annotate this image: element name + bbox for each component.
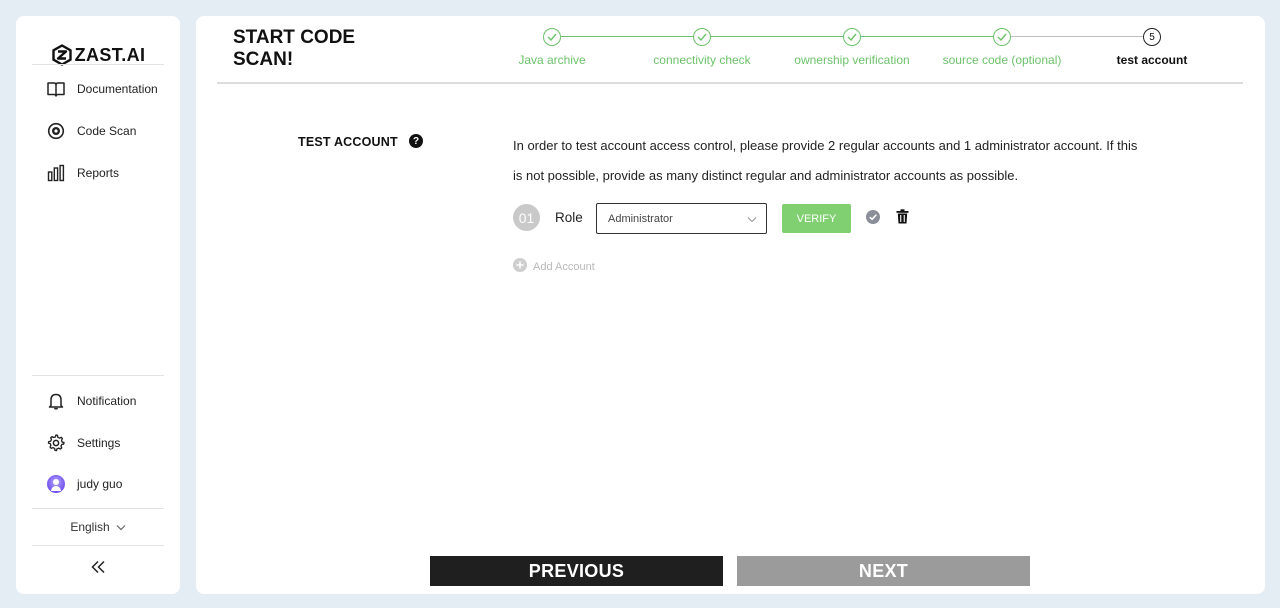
sidebar-item-settings[interactable]: Settings	[46, 431, 120, 455]
role-label: Role	[555, 210, 583, 225]
zast-logo-icon	[51, 44, 73, 66]
divider	[32, 508, 164, 509]
step-done-circle[interactable]	[843, 28, 861, 46]
sidebar-item-notification[interactable]: Notification	[46, 389, 136, 413]
scan-target-icon	[46, 121, 66, 141]
sidebar-item-reports[interactable]: Reports	[46, 161, 119, 185]
account-number-badge: 01	[513, 204, 540, 231]
step-label-test-account[interactable]: test account	[1072, 53, 1232, 67]
check-circle-icon[interactable]	[866, 210, 880, 229]
sidebar-item-documentation[interactable]: Documentation	[46, 77, 158, 101]
section-description: In order to test account access control,…	[513, 138, 1138, 183]
brand-name: ZAST.AI	[74, 44, 146, 65]
brand-logo[interactable]: ZAST.AI	[16, 40, 180, 70]
step-done-circle[interactable]	[993, 28, 1011, 46]
check-icon	[547, 33, 557, 41]
double-chevron-left-icon	[90, 560, 106, 579]
sidebar-item-label: Reports	[77, 166, 120, 180]
step-done-circle[interactable]	[693, 28, 711, 46]
sidebar-item-label: Settings	[77, 436, 121, 450]
step-connector	[861, 36, 993, 37]
bar-chart-icon	[46, 163, 66, 183]
step-label-connectivity-check[interactable]: connectivity check	[622, 53, 782, 67]
book-icon	[46, 79, 66, 99]
sidebar-item-label: Notification	[77, 394, 137, 408]
verify-button[interactable]: VERIFY	[782, 204, 851, 233]
header-divider	[217, 82, 1243, 84]
divider	[32, 64, 164, 65]
collapse-sidebar-button[interactable]	[88, 559, 108, 579]
plus-circle-icon	[513, 258, 527, 275]
check-icon	[697, 33, 707, 41]
step-label-java-archive[interactable]: Java archive	[472, 53, 632, 67]
add-account-label: Add Account	[533, 260, 595, 273]
sidebar-item-label: Code Scan	[77, 124, 137, 138]
step-label-ownership-verification[interactable]: ownership verification	[772, 53, 932, 67]
sidebar-item-code-scan[interactable]: Code Scan	[46, 119, 136, 143]
check-icon	[997, 33, 1007, 41]
previous-button[interactable]: PREVIOUS	[430, 556, 723, 586]
language-label: English	[70, 520, 110, 534]
role-select-value: Administrator	[608, 212, 673, 225]
step-done-circle[interactable]	[543, 28, 561, 46]
step-connector	[561, 36, 693, 37]
sidebar-item-label: Documentation	[77, 82, 158, 96]
add-account-button[interactable]: Add Account	[513, 258, 595, 275]
role-select[interactable]: Administrator	[596, 203, 767, 234]
step-connector	[1011, 36, 1143, 37]
main-panel: START CODE SCAN! 5 Java archive connecti…	[196, 16, 1265, 594]
avatar-wrapper	[46, 474, 66, 494]
sidebar: ZAST.AI Documentation Code Scan Reports …	[16, 16, 180, 594]
stepper: 5 Java archive connectivity check owners…	[196, 16, 1265, 86]
sidebar-item-user-profile[interactable]: judy guo	[46, 472, 122, 496]
divider	[32, 375, 164, 376]
chevron-down-icon	[747, 214, 757, 226]
step-connector	[711, 36, 843, 37]
chevron-down-icon	[116, 520, 126, 534]
language-selector[interactable]: English	[16, 518, 180, 536]
step-current-circle[interactable]: 5	[1143, 28, 1161, 46]
user-name: judy guo	[77, 477, 123, 491]
trash-icon[interactable]	[896, 209, 909, 229]
avatar	[47, 475, 65, 493]
next-button[interactable]: NEXT	[737, 556, 1030, 586]
check-icon	[847, 33, 857, 41]
section-title: TEST ACCOUNT	[298, 135, 398, 149]
step-label-source-code[interactable]: source code (optional)	[922, 53, 1082, 67]
gear-icon	[46, 433, 66, 453]
question-circle-icon[interactable]: ?	[409, 134, 423, 148]
bell-icon	[46, 391, 66, 411]
divider	[32, 545, 164, 546]
